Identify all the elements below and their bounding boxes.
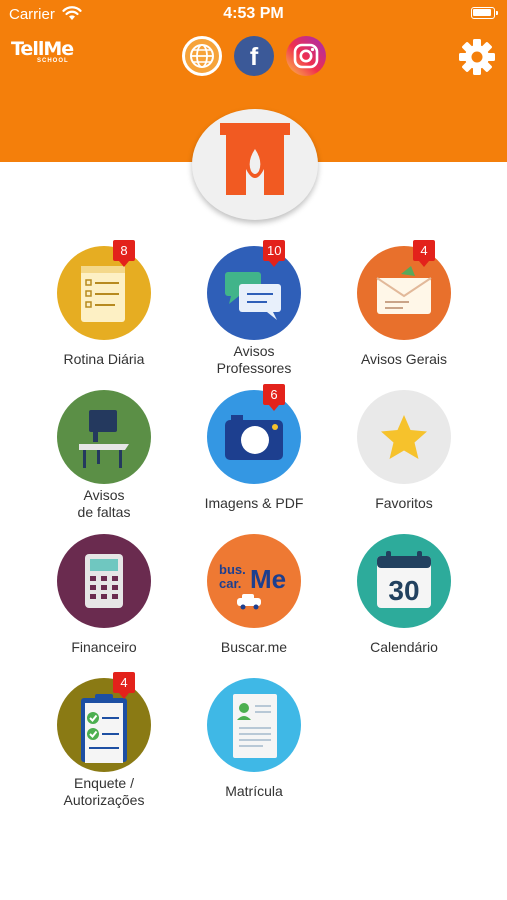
tile-label: Avisos Professores [216, 343, 292, 376]
tile-label: Avisos de faltas [77, 487, 131, 520]
tile-label: Calendário [370, 639, 438, 655]
facebook-icon[interactable]: f [234, 36, 274, 76]
clock-time: 4:53 PM [223, 5, 284, 22]
tile-calendario[interactable]: 30 Calendário [334, 534, 474, 664]
school-logo [192, 109, 318, 220]
instagram-icon[interactable] [286, 36, 326, 76]
facebook-glyph: f [249, 43, 259, 71]
calendar-icon: 30 [357, 534, 451, 628]
app-logo[interactable]: TellMe SCHOOL [11, 38, 74, 65]
routine-checklist-icon [57, 246, 151, 340]
tile-financeiro[interactable]: Financeiro [34, 534, 174, 664]
notification-badge: 4 [413, 240, 435, 267]
tile-label: Financeiro [71, 639, 137, 655]
battery-icon [471, 7, 498, 19]
star-icon [357, 390, 451, 484]
car-text: car. [219, 576, 241, 591]
tile-label: Buscar.me [220, 639, 288, 655]
clipboard-check-icon [57, 678, 151, 772]
envelope-icon [357, 246, 451, 340]
bus-text: bus. [219, 562, 246, 577]
tile-matricula[interactable]: Matrícula [184, 678, 324, 812]
tile-avisos-de-faltas[interactable]: Avisos de faltas [34, 390, 174, 520]
notification-badge: 8 [113, 240, 135, 267]
tile-label: Imagens & PDF [204, 495, 304, 511]
tile-rotina-diaria[interactable]: 8 Rotina Diária [34, 240, 174, 376]
app-logo-subtext: SCHOOL [37, 58, 69, 64]
notification-badge: 6 [263, 384, 285, 411]
calculator-icon [57, 534, 151, 628]
tile-avisos-gerais[interactable]: 4 Avisos Gerais [334, 240, 474, 376]
gear-icon[interactable] [458, 38, 496, 76]
globe-icon[interactable] [182, 36, 222, 76]
document-profile-icon [207, 678, 301, 772]
tile-enquete-autorizacoes[interactable]: 4 Enquete / Autorizações [34, 672, 174, 812]
tile-label: Rotina Diária [63, 351, 145, 367]
tile-label: Favoritos [375, 495, 433, 511]
calendar-day: 30 [388, 575, 419, 606]
tile-label: Enquete / Autorizações [63, 775, 145, 808]
notification-badge: 10 [263, 240, 286, 267]
app-logo-text: TellMe [11, 38, 74, 60]
camera-icon [207, 390, 301, 484]
school-desk-icon [57, 390, 151, 484]
notification-badge: 4 [113, 672, 135, 699]
tile-favoritos[interactable]: Favoritos [334, 390, 474, 520]
tile-label: Matrícula [225, 783, 283, 799]
chat-bubbles-icon [207, 246, 301, 340]
bus-car-me-icon: bus. car. Me [207, 534, 301, 628]
tile-imagens-pdf[interactable]: 6 Imagens & PDF [184, 384, 324, 520]
tile-buscar-me[interactable]: bus. car. Me Buscar.me [184, 534, 324, 664]
tile-avisos-professores[interactable]: 10 Avisos Professores [184, 240, 324, 376]
tile-label: Avisos Gerais [360, 351, 448, 367]
me-text: Me [250, 564, 286, 594]
status-bar: Carrier 4:53 PM [0, 0, 507, 30]
